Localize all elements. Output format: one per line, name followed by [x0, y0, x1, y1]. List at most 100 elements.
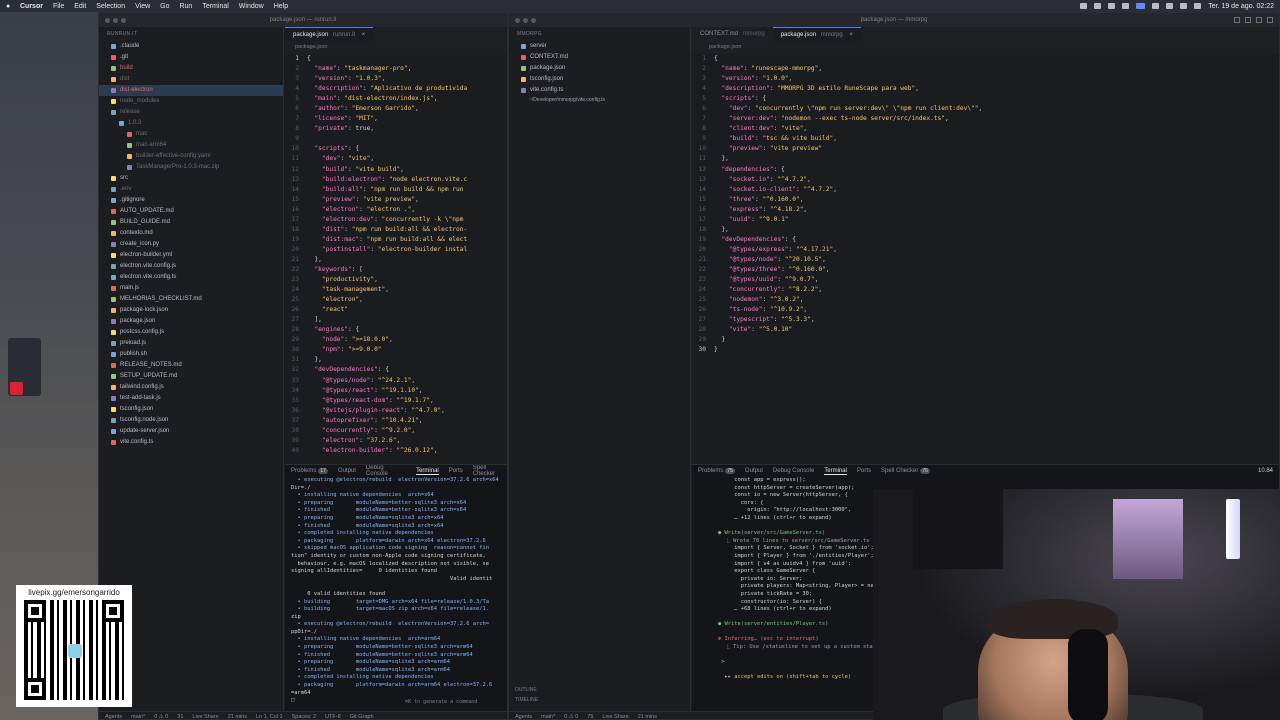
- code-line[interactable]: 24 "task-management",: [285, 285, 507, 295]
- file-item[interactable]: dist: [99, 74, 283, 85]
- code-line[interactable]: 2 "name": "runescape-mmorpg",: [692, 64, 1279, 74]
- file-item[interactable]: MELHORIAS_CHECKLIST.md: [99, 294, 283, 305]
- status-item[interactable]: Live Share: [602, 714, 628, 720]
- code-line[interactable]: 21 },: [285, 255, 507, 265]
- code-line[interactable]: 22 "@types/three": "^0.160.0",: [692, 265, 1279, 275]
- code-line[interactable]: 19 "devDependencies": {: [692, 235, 1279, 245]
- status-item[interactable]: main*: [131, 714, 145, 720]
- status-item[interactable]: Agents: [515, 714, 532, 720]
- menu-view[interactable]: View: [135, 3, 150, 10]
- code-line[interactable]: 15 "three": "^0.160.0",: [692, 195, 1279, 205]
- code-line[interactable]: 14 "build:all": "npm run build && npm ru…: [285, 185, 507, 195]
- minimized-window-thumbnail[interactable]: [8, 338, 41, 396]
- code-line[interactable]: 23 "productivity",: [285, 275, 507, 285]
- display-icon[interactable]: [1136, 3, 1146, 9]
- code-line[interactable]: 10 "preview": "vite preview": [692, 144, 1279, 154]
- file-item[interactable]: RELEASE_NOTES.md: [99, 360, 283, 371]
- file-item[interactable]: vite.config.ts: [99, 437, 283, 448]
- status-item[interactable]: Spaces: 2: [292, 714, 316, 720]
- code-line[interactable]: 3 "version": "1.0.3",: [285, 74, 507, 84]
- breadcrumb[interactable]: package.json: [709, 43, 741, 52]
- code-line[interactable]: 13 "socket.io": "^4.7.2",: [692, 175, 1279, 185]
- menu-selection[interactable]: Selection: [96, 3, 125, 10]
- close-icon[interactable]: ×: [362, 32, 366, 38]
- file-item[interactable]: electron.vite.config.js: [99, 261, 283, 272]
- file-item[interactable]: package.json: [99, 316, 283, 327]
- code-line[interactable]: 9 "build": "tsc && vite build",: [692, 134, 1279, 144]
- code-line[interactable]: 8 "private": true,: [285, 124, 507, 134]
- status-item[interactable]: Ln 1, Col 1: [256, 714, 283, 720]
- file-item[interactable]: electron.vite.config.ts: [99, 272, 283, 283]
- tab-problems[interactable]: Problems 17: [291, 468, 328, 474]
- left-code-editor[interactable]: 1{2 "name": "taskmanager-pro", 3 "version…: [285, 54, 507, 464]
- code-line[interactable]: 12 "build": "vite build",: [285, 165, 507, 175]
- tab-debug-console[interactable]: Debug Console: [773, 468, 814, 474]
- file-item[interactable]: preload.js: [99, 338, 283, 349]
- code-line[interactable]: 18 "dist": "npm run build:all && electro…: [285, 225, 507, 235]
- code-line[interactable]: 29 "node": ">=18.0.0",: [285, 335, 507, 345]
- file-item[interactable]: contexto.md: [99, 228, 283, 239]
- status-item[interactable]: main*: [541, 714, 555, 720]
- menu-window[interactable]: Window: [239, 3, 264, 10]
- record-icon[interactable]: [1080, 3, 1088, 9]
- terminal-output[interactable]: • executing @electron/rebuild electronVe…: [285, 477, 507, 705]
- clock[interactable]: Ter. 19 de ago. 02:22: [1208, 3, 1274, 10]
- status-item[interactable]: 75: [587, 714, 593, 720]
- file-item[interactable]: main.js: [99, 283, 283, 294]
- status-item[interactable]: UTF-8: [325, 714, 341, 720]
- control-center-icon[interactable]: [1194, 3, 1202, 9]
- file-item[interactable]: publish.sh: [99, 349, 283, 360]
- file-item[interactable]: create_icon.py: [99, 239, 283, 250]
- code-line[interactable]: 19 "dist:mac": "npm run build:all && ele…: [285, 235, 507, 245]
- file-item[interactable]: electron-builder.yml: [99, 250, 283, 261]
- code-line[interactable]: 9: [285, 134, 507, 144]
- timeline-section[interactable]: TIMELINE: [515, 697, 538, 703]
- zoom-indicator[interactable]: 10.84: [1258, 468, 1273, 474]
- code-line[interactable]: 39 "electron": "37.2.6",: [285, 436, 507, 446]
- code-line[interactable]: 13 "build:electron": "node electron.vite…: [285, 175, 507, 185]
- file-item[interactable]: dist-electron: [99, 85, 283, 96]
- code-line[interactable]: 34 "@types/react": "^19.1.10",: [285, 386, 507, 396]
- file-item[interactable]: package.json: [509, 63, 690, 74]
- file-item[interactable]: mac-arm64: [99, 140, 283, 151]
- menu-run[interactable]: Run: [179, 3, 192, 10]
- tab-debug-console[interactable]: Debug Console: [366, 465, 406, 477]
- code-line[interactable]: 33 "@types/node": "^24.2.1",: [285, 376, 507, 386]
- code-line[interactable]: 29 }: [692, 335, 1279, 345]
- file-item[interactable]: CONTEXT.md: [509, 52, 690, 63]
- menu-go[interactable]: Go: [160, 3, 169, 10]
- file-item[interactable]: update-server.json: [99, 426, 283, 437]
- tab-spell-checker[interactable]: Spell Checker 76: [881, 468, 930, 474]
- code-line[interactable]: 22 "keywords": [: [285, 265, 507, 275]
- code-line[interactable]: 17 "electron:dev": "concurrently -k \"np…: [285, 215, 507, 225]
- code-line[interactable]: 7 "license": "MIT",: [285, 114, 507, 124]
- code-line[interactable]: 5 "scripts": {: [692, 94, 1279, 104]
- file-item[interactable]: src: [99, 173, 283, 184]
- code-line[interactable]: 10 "scripts": {: [285, 144, 507, 154]
- cloud-icon[interactable]: [1094, 3, 1102, 9]
- code-line[interactable]: 24 "concurrently": "^8.2.2",: [692, 285, 1279, 295]
- file-item[interactable]: SETUP_UPDATE.md: [99, 371, 283, 382]
- tab-terminal[interactable]: Terminal: [416, 468, 439, 475]
- file-item[interactable]: tailwind.config.js: [99, 382, 283, 393]
- code-line[interactable]: 38 "concurrently": "^9.2.0",: [285, 426, 507, 436]
- status-item[interactable]: 21 mins: [228, 714, 247, 720]
- code-line[interactable]: 2 "name": "taskmanager-pro",: [285, 64, 507, 74]
- code-line[interactable]: 21 "@types/node": "^20.10.5",: [692, 255, 1279, 265]
- wifi-icon[interactable]: [1166, 3, 1174, 9]
- code-line[interactable]: 16 "electron": "electron .",: [285, 205, 507, 215]
- menu-terminal[interactable]: Terminal: [202, 3, 228, 10]
- file-item[interactable]: build: [99, 63, 283, 74]
- code-line[interactable]: 27 "typescript": "^5.3.3",: [692, 315, 1279, 325]
- status-item[interactable]: 0 ⚠ 0: [154, 714, 168, 720]
- code-line[interactable]: 5 "main": "dist-electron/index.js",: [285, 94, 507, 104]
- tab-spell-checker[interactable]: Spell Checker: [473, 465, 507, 477]
- code-line[interactable]: 35 "@types/react-dom": "^19.1.7",: [285, 396, 507, 406]
- outline-section[interactable]: OUTLINE: [515, 687, 537, 693]
- file-item[interactable]: AUTO_UPDATE.md: [99, 206, 283, 217]
- code-line[interactable]: 11 "dev": "vite",: [285, 154, 507, 164]
- tab-output[interactable]: Output: [338, 468, 356, 474]
- code-line[interactable]: 28 "vite": "^5.0.10": [692, 325, 1279, 335]
- code-line[interactable]: 31 },: [285, 355, 507, 365]
- tab-package-json[interactable]: package.json runrun.it ×: [285, 27, 374, 41]
